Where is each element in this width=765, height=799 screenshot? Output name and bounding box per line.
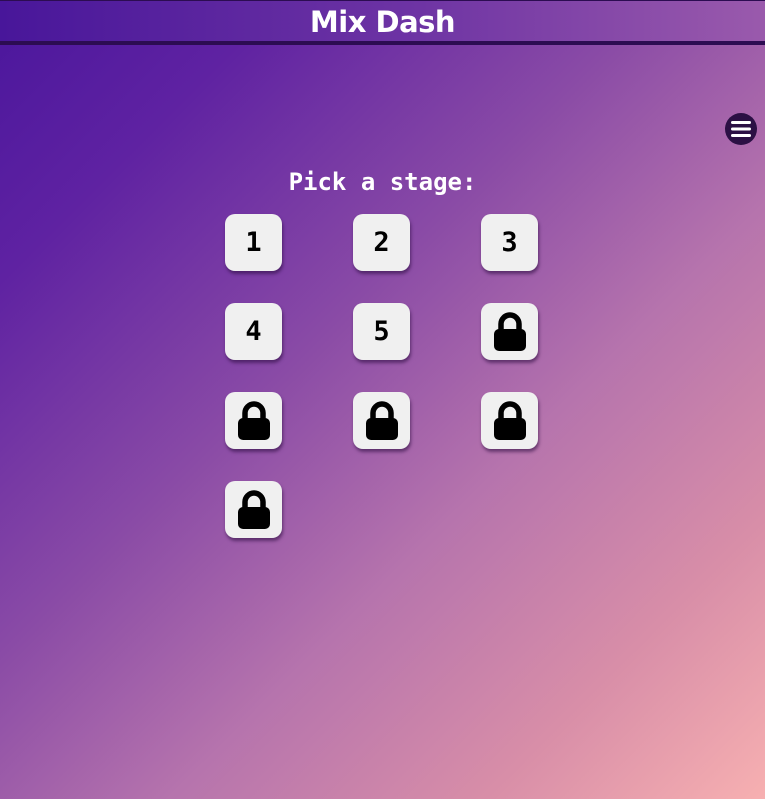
stage-tile-locked[interactable] xyxy=(481,303,538,360)
stage-tile-3[interactable]: 3 xyxy=(481,214,538,271)
stage-tile-locked[interactable] xyxy=(353,392,410,449)
stage-number: 5 xyxy=(373,316,390,347)
stage-number: 1 xyxy=(245,227,262,258)
app-title: Mix Dash xyxy=(309,5,456,39)
stage-tile-5[interactable]: 5 xyxy=(353,303,410,360)
app-header: Mix Dash xyxy=(0,0,765,45)
stage-tile-locked[interactable] xyxy=(225,392,282,449)
stage-tile-locked[interactable] xyxy=(481,392,538,449)
stage-number: 4 xyxy=(245,316,262,347)
menu-button[interactable] xyxy=(725,113,757,145)
lock-icon xyxy=(364,400,400,441)
stage-grid: 1 2 3 4 5 xyxy=(225,214,539,538)
stage-number: 2 xyxy=(373,227,390,258)
stage-tile-locked[interactable] xyxy=(225,481,282,538)
hamburger-menu-icon xyxy=(731,121,751,137)
stage-number: 3 xyxy=(501,227,518,258)
lock-icon xyxy=(492,400,528,441)
lock-icon xyxy=(236,400,272,441)
lock-icon xyxy=(236,489,272,530)
stage-tile-1[interactable]: 1 xyxy=(225,214,282,271)
lock-icon xyxy=(492,311,528,352)
stage-prompt: Pick a stage: xyxy=(288,168,477,196)
stage-tile-4[interactable]: 4 xyxy=(225,303,282,360)
stage-tile-2[interactable]: 2 xyxy=(353,214,410,271)
